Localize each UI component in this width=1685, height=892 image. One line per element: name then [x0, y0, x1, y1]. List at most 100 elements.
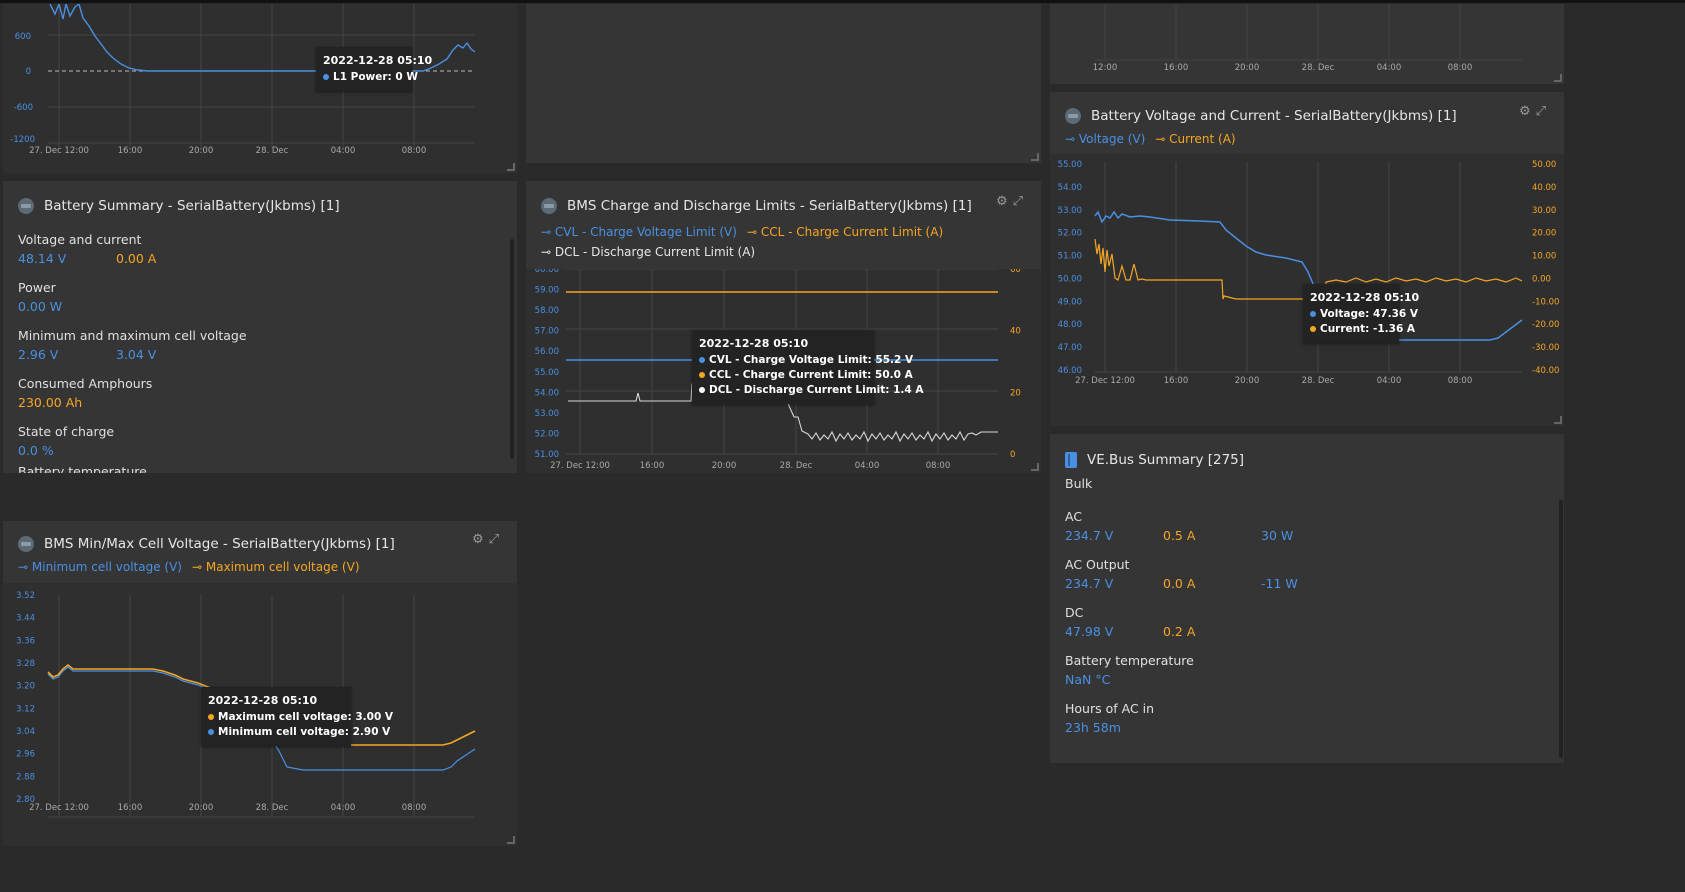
resize-handle[interactable] [1031, 463, 1039, 471]
vebus-summary-panel: VE.Bus Summary [275] Bulk AC 234.7 V 0.5 … [1050, 434, 1564, 763]
vebus-row-battery-temp: Battery temperature NaN °C [1065, 653, 1194, 687]
power-chart[interactable]: 600 0 -600 -1200 27. Dec 12:00 16:00 20:… [3, 1, 517, 173]
x-tick: 08:00 [1448, 376, 1473, 386]
x-tick: 08:00 [402, 146, 427, 156]
y-tick-right: 20.00 [1532, 229, 1556, 239]
scrollbar[interactable] [510, 239, 514, 459]
battery-summary-list: Voltage and current 48.14 V 0.00 A Power … [18, 232, 502, 472]
x-tick: 20:00 [189, 146, 214, 156]
vebus-summary-list: AC 234.7 V 0.5 A 30 W AC Output 234.7 V 0.0… [1065, 509, 1549, 749]
resize-handle[interactable] [507, 836, 515, 844]
y-tick-left: 48.00 [1058, 320, 1082, 330]
y-tick: 3.44 [16, 614, 35, 624]
vebus-title: VE.Bus Summary [275] [1087, 452, 1245, 468]
legend-current[interactable]: ⊸ Current (A) [1155, 132, 1235, 146]
legend-ccl[interactable]: ⊸ CCL - Charge Current Limit (A) [747, 225, 943, 239]
summary-row-soc: State of charge 0.0 % [18, 424, 115, 458]
x-tick: 20:00 [189, 803, 214, 813]
x-tick: 28. Dec [1302, 376, 1335, 386]
y-tick-left: 52.00 [1058, 229, 1082, 239]
y-tick-right: 40 [1010, 327, 1021, 337]
y-tick-left: 47.00 [1058, 343, 1082, 353]
y-tick-left: 53.00 [1058, 206, 1082, 216]
battery-icon [1065, 108, 1081, 124]
y-tick: 0 [26, 67, 31, 77]
y-tick: 3.36 [16, 636, 35, 646]
consumed-ah-value: 230.00 Ah [18, 395, 83, 410]
summary-row-power: Power 0.00 W [18, 280, 502, 314]
x-tick: 16:00 [118, 803, 143, 813]
resize-handle[interactable] [1554, 416, 1562, 424]
x-tick: 28. Dec [256, 803, 289, 813]
x-tick: 20:00 [1235, 376, 1260, 386]
gear-icon[interactable]: ⚙ [1519, 104, 1531, 119]
y-tick-right: 60 [1010, 269, 1021, 275]
y-tick: 3.20 [16, 682, 35, 692]
battery-icon [541, 198, 557, 214]
battery-vc-panel: Battery Voltage and Current - SerialBatt… [1050, 92, 1564, 426]
scrollbar[interactable] [1559, 500, 1563, 758]
expand-icon[interactable]: ⤢ [1013, 194, 1023, 209]
legend-max-cell[interactable]: ⊸ Maximum cell voltage (V) [192, 560, 360, 574]
empty-panel [526, 4, 1041, 163]
bms-limits-title: BMS Charge and Discharge Limits - Serial… [567, 198, 972, 214]
resize-handle[interactable] [507, 163, 515, 171]
y-tick-right: 0 [1010, 450, 1015, 460]
legend-voltage[interactable]: ⊸ Voltage (V) [1065, 132, 1145, 146]
vebus-state: Bulk [1065, 476, 1093, 491]
expand-icon[interactable]: ⤢ [1536, 104, 1546, 119]
bms-limits-panel: BMS Charge and Discharge Limits - Serial… [526, 181, 1041, 473]
y-tick-right: 0.00 [1532, 274, 1551, 284]
y-tick-left: 60.00 [535, 269, 559, 275]
x-tick: 16:00 [1164, 63, 1189, 73]
y-tick: 2.96 [16, 750, 35, 760]
x-tick: 27. Dec 12:00 [1075, 376, 1135, 386]
y-tick-right: 50.00 [1532, 160, 1556, 170]
power-tooltip: 2022-12-28 05:10 L1 Power: 0 W [316, 47, 432, 91]
gear-icon[interactable]: ⚙ [996, 194, 1008, 209]
y-tick-left: 49.00 [1058, 297, 1082, 307]
voltage-value: 48.14 V [18, 251, 67, 266]
y-tick-right: 10.00 [1532, 252, 1556, 262]
x-tick: 04:00 [855, 461, 880, 471]
x-tick: 28. Dec [780, 461, 813, 471]
vebus-row-dc: DC 47.98 V 0.2 A [1065, 605, 1196, 639]
battery-vc-tooltip: 2022-12-28 05:10 Voltage: 47.36 V Curren… [1303, 284, 1419, 343]
top-bar [0, 0, 1685, 3]
expand-icon[interactable]: ⤢ [489, 532, 499, 547]
max-cell-value: 3.04 V [116, 347, 157, 362]
vebus-row-ac-output: AC Output 234.7 V 0.0 A -11 W [1065, 557, 1298, 591]
y-tick-right: 20 [1010, 388, 1021, 398]
panel-title: BMS Min/Max Cell Voltage - SerialBattery… [18, 536, 395, 552]
top-right-chart[interactable]: 12:00 16:00 20:00 28. Dec 04:00 08:00 [1050, 4, 1564, 84]
y-tick-left: 52.00 [535, 429, 559, 439]
y-tick: -1200 [10, 135, 35, 145]
gear-icon[interactable]: ⚙ [472, 532, 484, 547]
current-value: 0.00 A [116, 251, 157, 266]
y-tick: 2.88 [16, 772, 35, 782]
battery-icon [18, 198, 34, 214]
y-tick-left: 54.00 [1058, 183, 1082, 193]
cell-voltage-title: BMS Min/Max Cell Voltage - SerialBattery… [44, 536, 395, 552]
x-tick: 27. Dec 12:00 [29, 803, 89, 813]
x-tick: 04:00 [331, 803, 356, 813]
battery-summary-title: Battery Summary - SerialBattery(Jkbms) [… [44, 198, 340, 214]
y-tick-left: 56.00 [535, 347, 559, 357]
resize-handle[interactable] [1031, 153, 1039, 161]
battery-icon [18, 536, 34, 552]
x-tick: 20:00 [1235, 63, 1260, 73]
x-tick: 16:00 [1164, 376, 1189, 386]
legend-cvl[interactable]: ⊸ CVL - Charge Voltage Limit (V) [541, 225, 737, 239]
x-tick: 04:00 [331, 146, 356, 156]
resize-handle[interactable] [1554, 74, 1562, 82]
summary-row-voltage-current: Voltage and current 48.14 V 0.00 A [18, 232, 502, 266]
y-tick-right: -10.00 [1532, 297, 1559, 307]
legend-dcl[interactable]: ⊸ DCL - Discharge Current Limit (A) [541, 245, 755, 259]
legend-min-cell[interactable]: ⊸ Minimum cell voltage (V) [18, 560, 182, 574]
y-tick-right: 30.00 [1532, 206, 1556, 216]
y-tick-right: -20.00 [1532, 320, 1559, 330]
y-tick-left: 50.00 [1058, 274, 1082, 284]
x-tick: 28. Dec [256, 146, 289, 156]
x-tick: 08:00 [926, 461, 951, 471]
min-cell-value: 2.96 V [18, 347, 59, 362]
